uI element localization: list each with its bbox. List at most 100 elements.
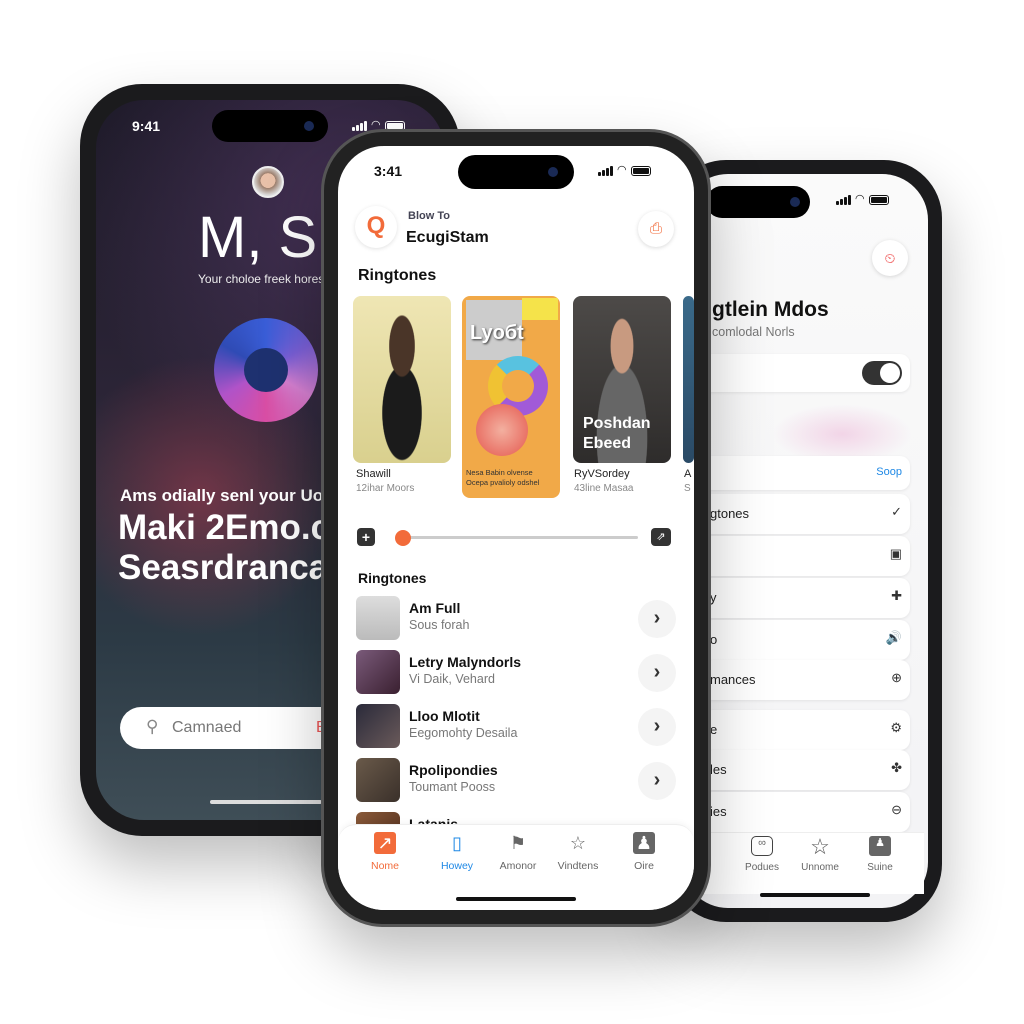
search-icon: ⚲ — [146, 717, 159, 736]
ringtone-list-item[interactable]: Letry Malyndorls Vi Daik, Vehard › — [356, 650, 676, 698]
settings-row[interactable]: mances ⊕ — [702, 660, 910, 700]
header-kicker: Blow To — [408, 210, 450, 222]
status-icons: ◠ — [836, 194, 889, 205]
row-icon: ⚙ — [890, 720, 902, 735]
star-icon: ☆ — [810, 834, 830, 859]
headline-2: Seasrdranca — [118, 548, 329, 587]
settings-row[interactable]: les ✤ — [702, 750, 910, 790]
card-caption: Nesa Babin olvense Ocepa pvalioly odshel — [466, 468, 540, 487]
progress-slider[interactable] — [398, 536, 638, 539]
card-title: RyVSordey — [574, 468, 630, 480]
card-sub: 43line Masaa — [574, 483, 634, 494]
ringtone-thumbnail — [356, 650, 400, 694]
share-button[interactable]: ⏲ — [872, 240, 908, 276]
row-icon: ▣ — [889, 546, 902, 561]
ringtone-list-item[interactable]: Rpolipondies Toumant Pooss › — [356, 758, 676, 806]
row-label: mances — [710, 672, 756, 687]
tab-oire[interactable]: ♟ Oire — [609, 832, 679, 872]
section-title-ringtones-list: Ringtones — [358, 570, 427, 586]
row-label: e — [710, 722, 718, 737]
row-label: o — [710, 632, 718, 647]
ringtone-card[interactable] — [353, 296, 451, 463]
tab-label: Vindtens — [557, 860, 599, 872]
tab-label: Nome — [370, 860, 399, 872]
tagline: Ams odially senl your Uo — [120, 486, 324, 505]
signal-icon — [598, 165, 613, 176]
home-indicator — [210, 800, 322, 804]
ringtone-subtitle: Vi Daik, Vehard — [409, 672, 495, 686]
add-button[interactable]: + — [357, 528, 375, 546]
ringtone-title: Rpolipondies — [409, 762, 498, 778]
wifi-icon: ◠ — [617, 164, 627, 176]
slider-thumb[interactable] — [395, 530, 411, 546]
settings-row[interactable]: y ✚ — [702, 578, 910, 618]
row-label: ies — [710, 804, 727, 819]
card-overlay: Lyoбt — [470, 322, 524, 344]
card-sub: S — [684, 483, 691, 494]
ringtone-card-featured[interactable]: Lyoбt Nesa Babin olvense Ocepa pvalioly … — [462, 296, 560, 498]
chevron-right-icon[interactable]: › — [638, 600, 676, 638]
big-title: M, SI — [198, 205, 334, 270]
search-input[interactable]: Camnaed — [172, 719, 241, 737]
link-icon: ∞ — [751, 836, 773, 856]
toggle-row — [702, 354, 910, 392]
tab-label: Podues — [745, 862, 779, 873]
tab-label: Howey — [440, 860, 474, 872]
ringtone-thumbnail — [356, 596, 400, 640]
chevron-right-icon[interactable]: › — [638, 708, 676, 746]
tab-vindtens[interactable]: ☆ Vindtens — [543, 832, 613, 872]
headline-1: Maki 2Emo.c — [118, 508, 331, 547]
row-icon: ⊖ — [891, 802, 902, 817]
avatar[interactable] — [252, 166, 284, 198]
ringtone-title: Letry Malyndorls — [409, 654, 522, 670]
tab-podues[interactable]: ∞ Podues — [740, 836, 784, 873]
ringtone-list-item[interactable]: Am Full Sous forah › — [356, 596, 676, 644]
tab-howey[interactable]: ▯ Howey — [422, 832, 492, 872]
tab-nome[interactable]: ↗ Nome — [350, 832, 420, 872]
ringtone-thumbnail — [356, 704, 400, 748]
chevron-right-icon[interactable]: › — [638, 762, 676, 800]
center-time: 3:41 — [374, 163, 403, 179]
person-icon: ♟ — [869, 836, 891, 856]
settings-row[interactable]: gtones ✓ — [702, 494, 910, 534]
settings-row[interactable]: o 🔊 — [702, 620, 910, 660]
ringtone-subtitle: Toumant Pooss — [409, 780, 496, 794]
ringtone-subtitle: Sous forah — [409, 618, 470, 632]
settings-row[interactable]: ▣ — [702, 536, 910, 576]
card-sub: 12ihar Moors — [356, 483, 415, 494]
overlay-line: Ebeed — [583, 435, 632, 452]
dynamic-island — [706, 186, 810, 218]
settings-row[interactable]: ies ⊖ — [702, 792, 910, 832]
ringtone-thumbnail — [356, 758, 400, 802]
signal-icon — [836, 194, 851, 205]
home-indicator — [456, 897, 576, 901]
tab-label: Amonor — [499, 860, 537, 872]
card-title: A — [684, 468, 692, 480]
row-icon: ✤ — [891, 760, 902, 775]
share-icon[interactable]: ⇗ — [651, 528, 671, 546]
music-logo-icon — [214, 318, 318, 422]
status-icons: ◠ — [598, 165, 651, 176]
settings-row[interactable]: e ⚙ — [702, 710, 910, 750]
section-title-ringtones: Ringtones — [358, 267, 437, 284]
ringtone-card[interactable] — [683, 296, 694, 463]
toggle-switch[interactable] — [862, 361, 902, 385]
row-label: les — [710, 762, 727, 777]
wifi-icon: ◠ — [855, 193, 865, 205]
share-button[interactable]: ⎙ — [638, 211, 674, 247]
ringtone-card[interactable]: Poshdan Ebeed — [573, 296, 671, 463]
tab-label: Oire — [634, 860, 654, 872]
row-icon: ✚ — [891, 588, 902, 603]
tab-unnome[interactable]: ☆ Unnome — [798, 834, 842, 874]
overlay-line: Poshdan — [583, 415, 651, 432]
app-logo-icon: Q — [355, 206, 397, 248]
calendar-icon: ▯ — [452, 833, 462, 853]
tab-suine[interactable]: ♟ Suine — [858, 836, 902, 873]
row-label: gtones — [710, 506, 750, 521]
chevron-right-icon[interactable]: › — [638, 654, 676, 692]
card-overlay: Poshdan Ebeed — [583, 414, 651, 454]
ringtone-list-item[interactable]: Lloo Mlotit Eegomohty Desaila › — [356, 704, 676, 752]
left-time: 9:41 — [132, 118, 161, 134]
flag-icon: ⚑ — [509, 833, 527, 853]
soop-link[interactable]: Soop — [876, 466, 902, 478]
